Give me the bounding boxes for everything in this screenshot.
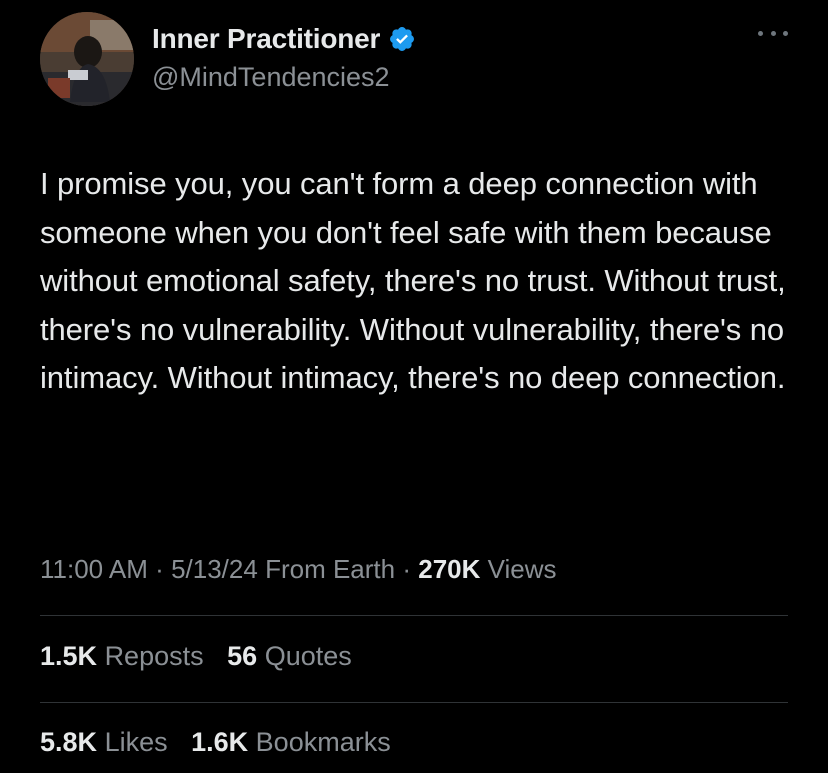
views-count: 270K <box>418 554 481 584</box>
views-label: Views <box>487 554 557 584</box>
tweet-meta: 11:00 AM · 5/13/24 From Earth · 270K Vie… <box>40 554 557 585</box>
avatar[interactable] <box>40 12 134 106</box>
quotes-label: Quotes <box>264 641 352 671</box>
verified-badge-icon <box>388 25 416 53</box>
quotes-stat[interactable]: 56 Quotes <box>227 641 352 672</box>
author-info: Inner Practitioner @MindTendencies2 <box>152 20 416 93</box>
stats-row-reposts-quotes: 1.5K Reposts 56 Quotes <box>40 641 368 672</box>
tweet-text: I promise you, you can't form a deep con… <box>40 166 795 395</box>
tweet-date[interactable]: 5/13/24 <box>171 554 258 584</box>
stats-row-likes-bookmarks: 5.8K Likes 1.6K Bookmarks <box>40 727 407 758</box>
bookmarks-label: Bookmarks <box>255 727 391 757</box>
avatar-photo <box>40 12 134 106</box>
likes-stat[interactable]: 5.8K Likes <box>40 727 168 758</box>
meta-separator: · <box>155 554 164 584</box>
bookmarks-count: 1.6K <box>191 727 249 757</box>
reposts-stat[interactable]: 1.5K Reposts <box>40 641 204 672</box>
meta-separator: · <box>402 554 411 584</box>
handle[interactable]: @MindTendencies2 <box>152 62 416 93</box>
more-options-icon[interactable] <box>758 26 788 40</box>
quotes-count: 56 <box>227 641 258 671</box>
divider <box>40 615 788 616</box>
likes-count: 5.8K <box>40 727 98 757</box>
divider <box>40 702 788 703</box>
tweet-source: From Earth <box>265 554 396 584</box>
reposts-label: Reposts <box>104 641 204 671</box>
tweet-header: Inner Practitioner @MindTendencies2 <box>40 12 788 108</box>
display-name[interactable]: Inner Practitioner <box>152 23 380 55</box>
tweet-time[interactable]: 11:00 AM <box>40 554 148 584</box>
likes-label: Likes <box>104 727 168 757</box>
reposts-count: 1.5K <box>40 641 98 671</box>
bookmarks-stat[interactable]: 1.6K Bookmarks <box>191 727 391 758</box>
